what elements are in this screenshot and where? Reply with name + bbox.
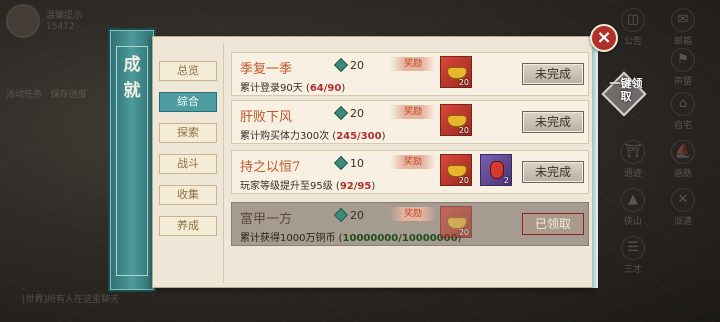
achievement-panel: 总览 综合 探索 战斗 收集 养成 季复一季 20 奖励 累计登录90天 (64… <box>152 36 594 288</box>
achievement-row: 富甲一方 20 奖励 累计获得1000万铜币 (10000000/1000000… <box>231 202 589 246</box>
status-button[interactable]: 未完成 <box>522 161 584 183</box>
status-button[interactable]: 未完成 <box>522 63 584 85</box>
tab-cultivate[interactable]: 养成 <box>159 216 217 236</box>
achievement-row: 季复一季 20 奖励 累计登录90天 (64/90) 20 未完成 <box>231 52 589 96</box>
achievement-points: 10 <box>333 155 364 171</box>
reward-gold-ingot[interactable]: 20 <box>440 206 472 238</box>
achievement-row: 肝败下风 20 奖励 累计购买体力300次 (245/300) 20 未完成 <box>231 100 589 144</box>
panel-divider <box>223 43 224 283</box>
reward-badge: 奖励 <box>390 207 436 221</box>
jade-icon <box>333 155 349 171</box>
achievement-title: 肝败下风 <box>240 110 293 125</box>
achievement-desc: 玩家等级提升至95级 (92/95) <box>240 181 376 192</box>
achievement-title: 富甲一方 <box>240 212 293 227</box>
achievement-desc: 累计购买体力300次 (245/300) <box>240 131 386 142</box>
reward-badge: 奖励 <box>390 105 436 119</box>
claimed-button[interactable]: 已领取 <box>522 213 584 235</box>
jade-icon <box>333 57 349 73</box>
achievement-progress: 245/300 <box>336 131 382 142</box>
achievement-points: 20 <box>333 57 364 73</box>
achievement-title: 持之以恒7 <box>240 160 301 175</box>
achievement-desc: 累计登录90天 (64/90) <box>240 83 346 94</box>
page-title: 成 就 <box>123 55 141 101</box>
achievement-points: 20 <box>333 207 364 223</box>
achievement-progress: 92/95 <box>339 181 372 192</box>
close-button[interactable]: × <box>590 24 618 52</box>
claim-all-label: 一键领取 <box>609 77 643 103</box>
reward-gold-ingot[interactable]: 20 <box>440 154 472 186</box>
achievement-points: 20 <box>333 105 364 121</box>
achievement-title: 季复一季 <box>240 62 293 77</box>
reward-gold-ingot[interactable]: 20 <box>440 56 472 88</box>
reward-badge: 奖励 <box>390 155 436 169</box>
achievement-row: 持之以恒7 10 奖励 玩家等级提升至95级 (92/95) 20 2 未完成 <box>231 150 589 194</box>
reward-gold-ingot[interactable]: 20 <box>440 104 472 136</box>
red-pouch-icon <box>490 161 504 179</box>
achievement-progress: 64/90 <box>309 83 342 94</box>
tab-collect[interactable]: 收集 <box>159 185 217 205</box>
tab-overview[interactable]: 总览 <box>159 61 217 81</box>
jade-icon <box>333 105 349 121</box>
achievement-desc: 累计获得1000万铜币 (10000000/10000000) <box>240 233 462 244</box>
status-button[interactable]: 未完成 <box>522 111 584 133</box>
tab-general[interactable]: 综合 <box>159 92 217 112</box>
achievement-title-plate: 成 就 <box>108 28 156 292</box>
tab-explore[interactable]: 探索 <box>159 123 217 143</box>
jade-icon <box>333 207 349 223</box>
tab-battle[interactable]: 战斗 <box>159 154 217 174</box>
reward-badge: 奖励 <box>390 57 436 71</box>
reward-red-pouch[interactable]: 2 <box>480 154 512 186</box>
claim-all-button[interactable]: 一键领取 <box>601 71 647 117</box>
panel-scroll-edge <box>592 36 598 288</box>
